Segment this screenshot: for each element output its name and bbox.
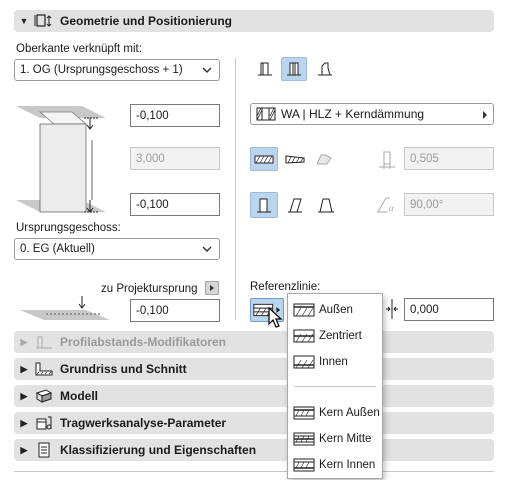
chevron-down-icon <box>201 243 213 258</box>
expand-arrow-icon: ▶ <box>20 444 28 455</box>
mouse-cursor-icon <box>268 306 284 332</box>
menu-item-zentriert[interactable]: Zentriert <box>288 324 382 348</box>
vertical-divider <box>235 58 236 320</box>
wall-structure-composite-button[interactable] <box>281 57 307 81</box>
model-cube-icon <box>34 388 54 404</box>
wall-slanted-button[interactable] <box>281 192 309 218</box>
reference-offset-icon <box>384 297 404 324</box>
section-title: Klassifizierung und Eigenschaften <box>60 443 257 457</box>
wall-double-slanted-button[interactable] <box>312 192 340 218</box>
reference-line-label: Referenzlinie: <box>250 281 321 293</box>
bottom-offset-field[interactable]: -0,100 <box>130 193 220 216</box>
expand-arrow-icon: ▶ <box>20 390 28 401</box>
menu-item-kern-aussen[interactable]: Kern Außen <box>288 401 382 425</box>
core-center-icon <box>293 431 315 447</box>
core-outside-icon <box>293 405 315 421</box>
section-title: Tragwerksanalyse-Parameter <box>60 416 227 430</box>
wall-polygon-button[interactable] <box>312 147 340 171</box>
bottom-divider <box>14 471 494 472</box>
floor-plan-icon <box>34 361 54 377</box>
core-inside-icon <box>293 457 315 473</box>
expand-arrow-icon: ▼ <box>19 16 29 26</box>
composite-hatch-icon <box>256 107 276 121</box>
menu-item-label: Zentriert <box>319 330 362 342</box>
slant-angle-icon: α <box>376 195 400 218</box>
wall-height-field: 3,000 <box>130 147 220 170</box>
top-link-value: 1. OG (Ursprungsgeschoss + 1) <box>20 64 183 76</box>
origin-slab-icon <box>16 294 114 322</box>
wall-structure-basic-button[interactable] <box>252 57 278 81</box>
top-link-dropdown[interactable]: 1. OG (Ursprungsgeschoss + 1) <box>14 59 220 81</box>
wall-structure-profile-button[interactable] <box>312 57 338 81</box>
section-title: Geometrie und Positionierung <box>60 14 233 28</box>
project-origin-label: zu Projektursprung <box>101 283 198 295</box>
profile-modifier-icon <box>34 334 54 350</box>
slant-angle-field: 90,00° <box>404 193 494 216</box>
reference-center-icon <box>293 328 315 344</box>
structural-analysis-icon <box>34 415 54 431</box>
menu-separator <box>294 386 376 387</box>
home-story-value: 0. EG (Aktuell) <box>20 243 95 255</box>
chevron-down-icon <box>201 64 213 79</box>
expand-arrow-icon: ▶ <box>20 363 28 374</box>
menu-item-label: Innen <box>319 356 348 368</box>
menu-item-label: Kern Mitte <box>319 433 372 445</box>
menu-item-label: Kern Innen <box>319 459 376 471</box>
svg-text:α: α <box>389 203 394 213</box>
reference-outside-icon <box>293 302 315 318</box>
wall-straight-button[interactable] <box>250 147 278 171</box>
reference-line-menu: Außen Zentriert Innen Kern Außen Kern Mi… <box>287 293 383 479</box>
classification-section-header[interactable]: ▶ Klassifizierung und Eigenschaften <box>14 439 494 461</box>
positioning-icon <box>34 13 54 29</box>
geometry-section-header[interactable]: ▼ Geometrie und Positionierung <box>14 10 494 32</box>
top-link-label: Oberkante verknüpft mit: <box>16 43 142 55</box>
wall-thickness-icon <box>376 148 398 173</box>
composite-value: WA | HLZ + Kerndämmung <box>281 107 425 121</box>
expand-arrow-icon: ▶ <box>20 336 28 347</box>
menu-item-innen[interactable]: Innen <box>288 350 382 374</box>
top-offset-field[interactable]: -0,100 <box>130 104 220 127</box>
section-title: Grundriss und Schnitt <box>60 362 187 376</box>
home-story-label: Ursprungsgeschoss: <box>16 222 121 234</box>
floor-plan-section-header[interactable]: ▶ Grundriss und Schnitt <box>14 358 494 380</box>
chevron-right-icon <box>481 109 489 123</box>
wall-vertical-button[interactable] <box>250 192 278 218</box>
project-origin-field[interactable]: -0,100 <box>130 299 220 322</box>
reference-inside-icon <box>293 354 315 370</box>
home-story-dropdown[interactable]: 0. EG (Aktuell) <box>14 238 220 260</box>
menu-item-aussen[interactable]: Außen <box>288 298 382 322</box>
section-title: Profilabstands-Modifikatoren <box>60 335 227 349</box>
wall-elevation-diagram <box>12 100 110 225</box>
document-icon <box>34 442 54 458</box>
composite-selector[interactable]: WA | HLZ + Kerndämmung <box>250 103 494 125</box>
menu-item-kern-innen[interactable]: Kern Innen <box>288 453 382 477</box>
profile-modifiers-section-header[interactable]: ▶ Profilabstands-Modifikatoren <box>14 331 494 353</box>
project-origin-arrow-button[interactable] <box>205 281 219 295</box>
structural-analysis-section-header[interactable]: ▶ Tragwerksanalyse-Parameter <box>14 412 494 434</box>
menu-item-kern-mitte[interactable]: Kern Mitte <box>288 427 382 451</box>
menu-item-label: Kern Außen <box>319 407 380 419</box>
wall-thickness-field: 0,505 <box>404 147 494 170</box>
wall-trapezoid-button[interactable] <box>281 147 309 171</box>
menu-item-label: Außen <box>319 304 353 316</box>
expand-arrow-icon: ▶ <box>20 417 28 428</box>
reference-offset-field[interactable]: 0,000 <box>404 298 494 321</box>
section-title: Modell <box>60 389 98 403</box>
model-section-header[interactable]: ▶ Modell <box>14 385 494 407</box>
